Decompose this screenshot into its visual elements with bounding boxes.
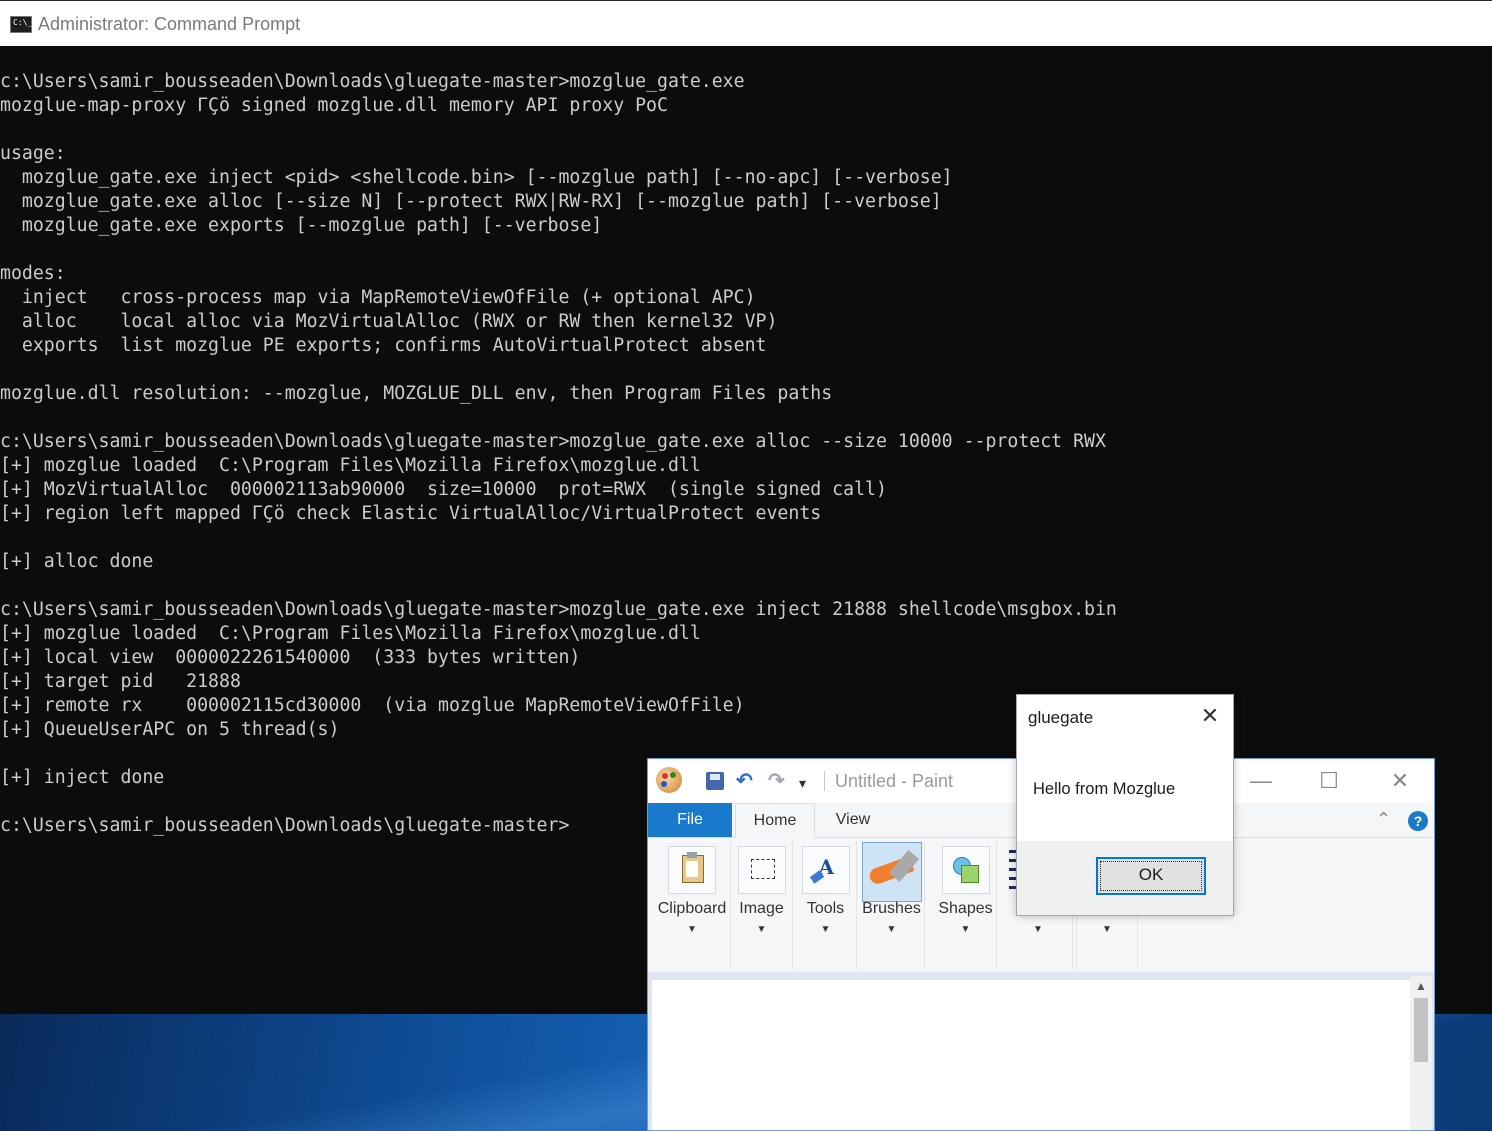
redo-icon[interactable]: ↷ — [768, 769, 785, 793]
paint-window-title: Untitled - Paint — [835, 771, 954, 791]
clipboard-icon[interactable] — [668, 846, 716, 894]
terminal-line: [+] MozVirtualAlloc 000002113ab90000 siz… — [0, 479, 887, 500]
terminal-line: inject cross-process map via MapRemoteVi… — [0, 287, 756, 308]
terminal-line: [+] region left mapped ΓÇö check Elastic… — [0, 503, 822, 524]
dropdown-arrow-icon[interactable]: ▼ — [731, 924, 792, 935]
terminal-line: [+] local view 0000022261540000 (333 byt… — [0, 647, 581, 668]
maximize-button[interactable]: ☐ — [1299, 765, 1359, 797]
terminal-line: [+] target pid 21888 — [0, 671, 241, 692]
message-box-title: gluegate — [1028, 708, 1094, 727]
terminal-line: mozglue_gate.exe exports [--mozglue path… — [0, 215, 603, 236]
cmd-title-bar[interactable]: C:\_ Administrator: Command Prompt — [0, 0, 1492, 46]
customize-quick-access-icon[interactable]: ▾ — [799, 771, 806, 795]
ribbon-group-shapes[interactable]: Shapes ▼ — [935, 842, 997, 970]
paint-app-icon[interactable] — [656, 767, 682, 793]
ok-button[interactable]: OK — [1096, 857, 1206, 895]
terminal-line: [+] mozglue loaded C:\Program Files\Mozi… — [0, 455, 701, 476]
terminal-line: [+] alloc done — [0, 551, 154, 572]
cmd-window-title: Administrator: Command Prompt — [38, 14, 301, 34]
cmd-app-icon: C:\_ — [10, 16, 32, 33]
scroll-thumb[interactable] — [1414, 998, 1428, 1062]
group-label: Clipboard — [657, 900, 727, 917]
group-label: Shapes — [938, 900, 993, 917]
terminal-line: [+] mozglue loaded C:\Program Files\Mozi… — [0, 623, 701, 644]
terminal-line: c:\Users\samir_bousseaden\Downloads\glue… — [0, 71, 745, 92]
brush-icon[interactable] — [861, 842, 922, 902]
message-box-footer: OK — [1017, 841, 1233, 915]
vertical-scrollbar[interactable]: ▲ — [1410, 976, 1432, 1130]
collapse-ribbon-icon[interactable]: ⌃ — [1376, 809, 1391, 830]
ribbon-group-clipboard[interactable]: Clipboard ▼ — [654, 842, 731, 970]
terminal-line: c:\Users\samir_bousseaden\Downloads\glue… — [0, 599, 1117, 620]
group-label: Brushes — [862, 900, 921, 917]
help-icon[interactable]: ? — [1408, 811, 1428, 831]
terminal-line: alloc local alloc via MozVirtualAlloc (R… — [0, 311, 778, 332]
terminal-line: c:\Users\samir_bousseaden\Downloads\glue… — [0, 431, 1106, 452]
dropdown-arrow-icon[interactable]: ▼ — [859, 924, 924, 935]
tab-view[interactable]: View — [818, 803, 888, 837]
dropdown-arrow-icon[interactable]: ▼ — [1077, 924, 1137, 935]
terminal-line: mozglue.dll resolution: --mozglue, MOZGL… — [0, 383, 833, 404]
group-label: Tools — [806, 900, 845, 917]
terminal-line: modes: — [0, 263, 66, 284]
terminal-line: usage: — [0, 143, 66, 164]
undo-icon[interactable]: ↶ — [736, 769, 753, 793]
dropdown-arrow-icon[interactable]: ▼ — [935, 924, 996, 935]
minimize-button[interactable]: — — [1231, 765, 1291, 797]
shapes-icon[interactable] — [941, 846, 990, 894]
close-button[interactable]: ✕ — [1370, 765, 1430, 797]
title-separator — [824, 771, 825, 791]
terminal-line: mozglue-map-proxy ΓÇö signed mozglue.dll… — [0, 95, 668, 116]
save-icon[interactable] — [706, 772, 724, 790]
tab-home[interactable]: Home — [735, 803, 815, 838]
dropdown-arrow-icon[interactable]: ▼ — [654, 924, 730, 935]
message-box[interactable]: gluegate ✕ Hello from Mozglue OK — [1016, 694, 1234, 916]
canvas-area: ▲ — [648, 972, 1434, 1130]
terminal-line: exports list mozglue PE exports; confirm… — [0, 335, 767, 356]
dropdown-arrow-icon[interactable]: ▼ — [1003, 924, 1073, 935]
scroll-up-icon[interactable]: ▲ — [1410, 976, 1432, 996]
terminal-line: mozglue_gate.exe inject <pid> <shellcode… — [0, 167, 953, 188]
terminal-output[interactable]: c:\Users\samir_bousseaden\Downloads\glue… — [0, 70, 1117, 838]
terminal-line: mozglue_gate.exe alloc [--size N] [--pro… — [0, 191, 942, 212]
terminal-line: [+] remote rx 000002115cd30000 (via mozg… — [0, 695, 745, 716]
drawing-canvas[interactable] — [652, 980, 1410, 1130]
select-icon[interactable] — [737, 846, 786, 894]
group-label: Image — [739, 900, 784, 917]
ribbon-group-image[interactable]: Image ▼ — [731, 842, 793, 970]
terminal-line: [+] QueueUserAPC on 5 thread(s) — [0, 719, 340, 740]
close-icon[interactable]: ✕ — [1195, 703, 1225, 729]
tab-file[interactable]: File — [648, 803, 732, 837]
ribbon-group-brushes[interactable]: Brushes ▼ — [859, 842, 925, 970]
ribbon-group-tools[interactable]: A Tools ▼ — [795, 842, 857, 970]
tools-icon[interactable]: A — [801, 846, 850, 894]
message-text: Hello from Mozglue — [1033, 780, 1176, 798]
dropdown-arrow-icon[interactable]: ▼ — [795, 924, 856, 935]
